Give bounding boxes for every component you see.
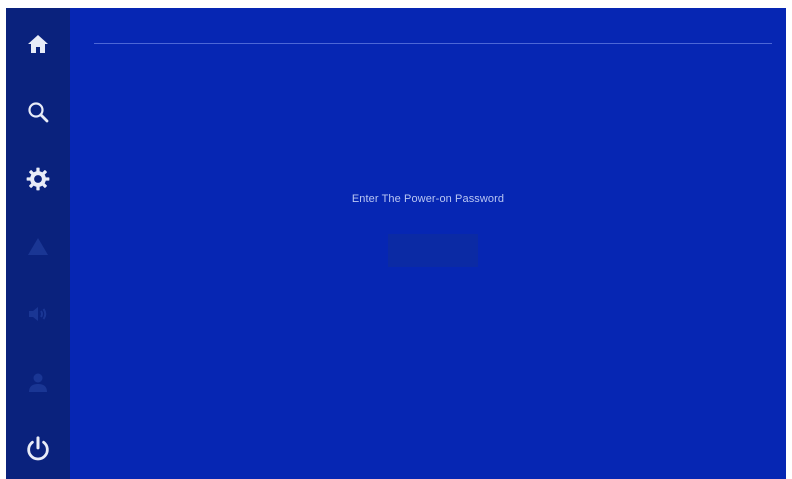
power-button[interactable] <box>16 431 60 467</box>
password-prompt: Enter The Power-on Password <box>351 193 505 205</box>
password-input[interactable] <box>388 234 478 267</box>
search-button[interactable] <box>16 94 60 130</box>
search-icon <box>28 101 49 122</box>
home-button[interactable] <box>16 26 60 62</box>
app-window: Enter The Power-on Password <box>6 8 786 479</box>
header-divider <box>94 43 772 44</box>
main-panel: Enter The Power-on Password <box>70 8 786 479</box>
warning-icon <box>28 237 48 255</box>
volume-button[interactable] <box>16 296 60 332</box>
alarm-button[interactable] <box>16 229 60 265</box>
user-icon <box>29 373 47 392</box>
gear-icon <box>26 167 50 191</box>
settings-button[interactable] <box>16 161 60 197</box>
speaker-icon <box>29 307 47 321</box>
user-button[interactable] <box>16 364 60 400</box>
sidebar <box>6 8 70 479</box>
power-icon <box>27 436 49 461</box>
home-icon <box>28 35 48 53</box>
